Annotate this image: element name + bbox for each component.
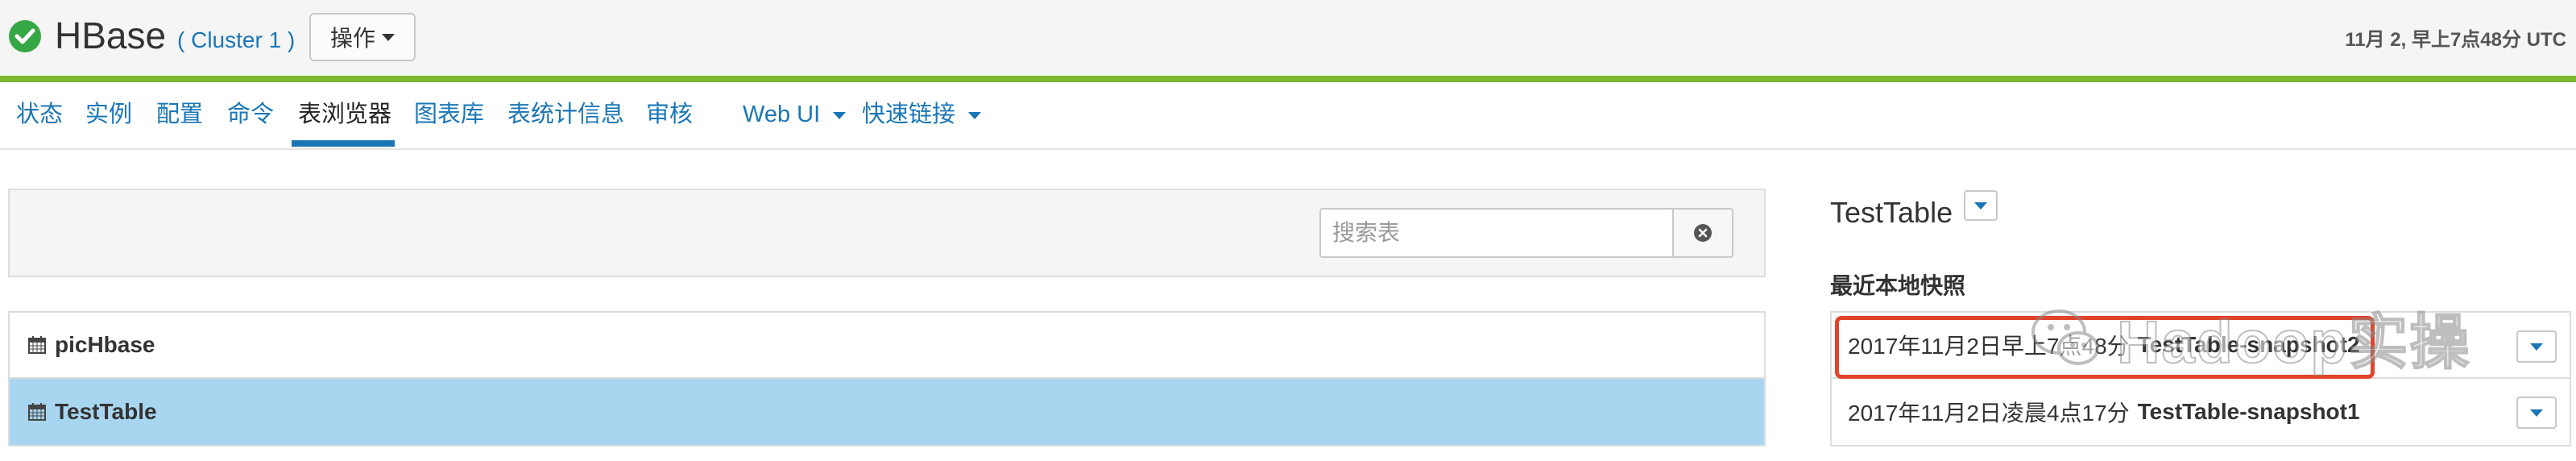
cluster-link[interactable]: ( Cluster 1 ) <box>177 24 295 56</box>
tab-commands[interactable]: 命令 <box>227 97 274 132</box>
clear-search-button[interactable] <box>1672 208 1733 258</box>
snapshot-time: 2017年11月2日早上7点48分 <box>1848 334 2130 359</box>
tab-audits[interactable]: 审核 <box>646 97 693 132</box>
close-circle-icon <box>1694 224 1712 242</box>
snapshot-list: 2017年11月2日早上7点48分 TestTable-snapshot2 20… <box>1830 311 2571 446</box>
check-circle-icon <box>9 20 41 52</box>
snapshot-row[interactable]: 2017年11月2日早上7点48分 TestTable-snapshot2 <box>1832 313 2570 379</box>
current-time: 11月 2, 早上7点48分 UTC <box>2345 29 2566 51</box>
table-search-panel <box>8 189 1766 277</box>
service-name: HBase <box>55 15 167 56</box>
table-name: TestTable <box>55 399 157 424</box>
chevron-down-icon <box>833 111 847 119</box>
snapshot-time: 2017年11月2日凌晨4点17分 <box>1848 401 2130 426</box>
chevron-down-icon <box>2530 409 2543 417</box>
actions-button-label: 操作 <box>329 26 375 51</box>
tab-table-statistics[interactable]: 表统计信息 <box>507 97 624 132</box>
table-row[interactable]: TestTable <box>10 379 1764 445</box>
selected-table-title: TestTable <box>1830 196 1953 229</box>
table-actions-dropdown[interactable] <box>1964 190 1998 221</box>
chevron-down-icon <box>382 33 395 41</box>
calendar-icon <box>28 403 46 421</box>
snapshot-actions-dropdown[interactable] <box>2516 330 2557 363</box>
table-search-input[interactable] <box>1319 208 1674 258</box>
tab-instances[interactable]: 实例 <box>85 97 132 132</box>
chevron-down-icon <box>968 111 982 119</box>
tab-table-browser[interactable]: 表浏览器 <box>298 97 391 132</box>
tab-quick-links-label: 快速链接 <box>862 102 956 127</box>
tab-web-ui[interactable]: Web UI <box>743 97 847 132</box>
snapshot-name: TestTable-snapshot1 <box>2137 399 2360 424</box>
actions-dropdown-button[interactable]: 操作 <box>309 13 416 61</box>
table-row[interactable]: picHbase <box>10 313 1764 379</box>
table-list: picHbase TestTable <box>8 311 1766 446</box>
tab-status[interactable]: 状态 <box>16 97 63 132</box>
calendar-icon <box>28 336 46 354</box>
active-tab-indicator <box>292 140 395 147</box>
tab-web-ui-label: Web UI <box>743 102 821 127</box>
tab-quick-links[interactable]: 快速链接 <box>862 97 982 132</box>
snapshot-actions-dropdown[interactable] <box>2516 397 2557 429</box>
recent-snapshots-heading: 最近本地快照 <box>1830 273 1966 298</box>
snapshot-row[interactable]: 2017年11月2日凌晨4点17分 TestTable-snapshot1 <box>1832 379 2570 445</box>
chevron-down-icon <box>1974 201 1987 210</box>
tab-chart-library[interactable]: 图表库 <box>414 97 484 132</box>
snapshot-name: TestTable-snapshot2 <box>2137 332 2360 357</box>
table-name: picHbase <box>55 332 155 357</box>
tab-configuration[interactable]: 配置 <box>156 97 203 132</box>
service-header: HBase ( Cluster 1 ) 操作 11月 2, 早上7点48分 UT… <box>0 0 2576 82</box>
chevron-down-icon <box>2530 343 2543 351</box>
service-nav-tabs: 状态 实例 配置 命令 表浏览器 图表库 表统计信息 审核 Web UI 快速链… <box>0 82 2576 150</box>
